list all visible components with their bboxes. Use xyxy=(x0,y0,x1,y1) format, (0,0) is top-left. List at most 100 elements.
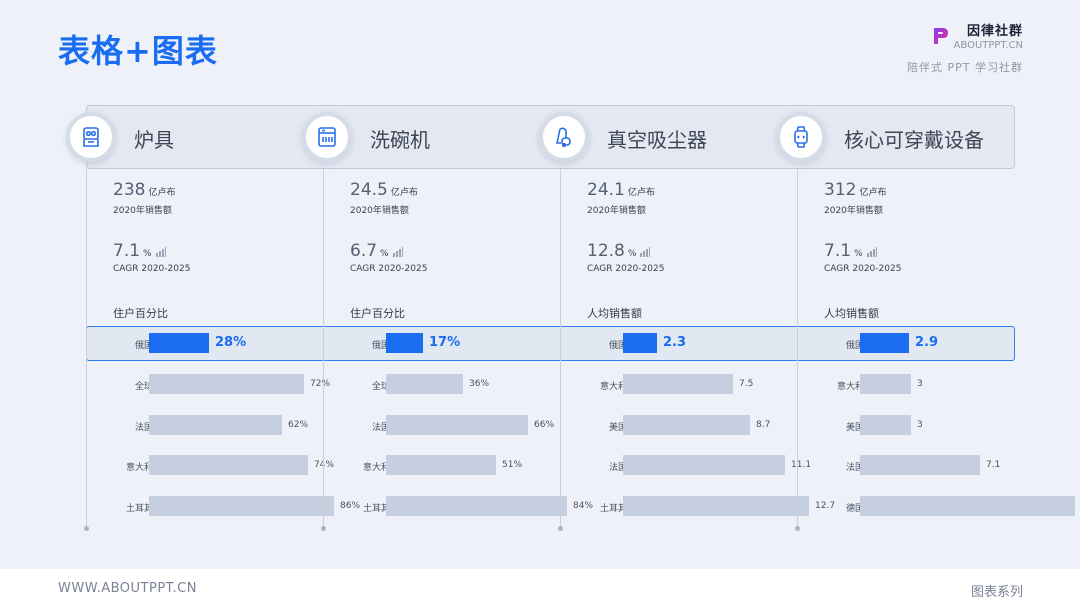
metric-title: 住户百分比 xyxy=(350,307,405,320)
bar-value-label: 3 xyxy=(917,379,923,389)
bar xyxy=(860,415,911,435)
bar xyxy=(386,333,423,353)
brand: 因律社群 ABOUTPPT.CN 陪伴式 PPT 学习社群 xyxy=(907,20,1023,75)
sales-value-row: 24.1 亿卢布 xyxy=(587,180,655,200)
sales-label: 2020年销售额 xyxy=(587,206,646,216)
bar-category-label: 全球 xyxy=(371,382,390,392)
bar-chart-icon xyxy=(640,242,651,257)
sales-value: 312 xyxy=(824,180,857,200)
category-title: 真空吸尘器 xyxy=(607,128,707,152)
bar xyxy=(860,333,909,353)
bar xyxy=(623,455,785,475)
column-divider-dot xyxy=(84,526,89,531)
brand-sub: ABOUTPPT.CN xyxy=(953,40,1023,51)
bar xyxy=(386,496,567,516)
category-title: 洗碗机 xyxy=(370,128,430,152)
footer: WWW.ABOUTPPT.CN 图表系列 xyxy=(0,569,1080,608)
cagr-stat: 12.8% CAGR 2020-2025 xyxy=(587,241,664,274)
bar-value-label: 72% xyxy=(310,379,331,389)
sales-value-row: 238 亿卢布 xyxy=(113,180,175,200)
footer-website[interactable]: WWW.ABOUTPPT.CN xyxy=(58,581,197,596)
bar-value-label: 3 xyxy=(917,420,923,430)
metric-title: 人均销售额 xyxy=(587,307,642,320)
cagr-stat: 7.1% CAGR 2020-2025 xyxy=(113,241,190,274)
cagr-value: 12.8 xyxy=(587,241,625,261)
bar-category-label: 意大利 xyxy=(125,463,153,473)
bar-value-label: 2.3 xyxy=(663,335,687,350)
column-divider-dot xyxy=(795,526,800,531)
column-divider-line xyxy=(560,169,561,527)
bar-category-label: 全球 xyxy=(134,382,153,392)
bar-category-label: 德国 xyxy=(845,504,864,514)
cagr-value-row: 7.1% xyxy=(113,241,190,261)
sales-value: 24.1 xyxy=(587,180,625,200)
page-title: 表格+图表 xyxy=(58,32,218,70)
bar-category-label: 土耳其 xyxy=(125,504,153,514)
bar-category-label: 俄国 xyxy=(371,341,390,351)
cagr-label: CAGR 2020-2025 xyxy=(587,264,665,274)
bar xyxy=(149,496,334,516)
bar-value-label: 51% xyxy=(502,460,523,470)
bar-chart-icon xyxy=(392,242,403,257)
bar-category-label: 美国 xyxy=(845,423,864,433)
cagr-unit: % xyxy=(854,249,863,259)
cagr-unit: % xyxy=(143,249,152,259)
dishwasher-icon xyxy=(302,112,352,162)
bar-category-label: 法国 xyxy=(371,423,390,433)
cagr-unit: % xyxy=(380,249,389,259)
bar xyxy=(149,455,308,475)
column-divider-dot xyxy=(558,526,563,531)
cagr-value: 7.1 xyxy=(113,241,141,261)
bar-category-label: 法国 xyxy=(134,423,153,433)
sales-unit: 亿卢布 xyxy=(148,188,176,198)
sales-label: 2020年销售额 xyxy=(113,206,172,216)
bar xyxy=(386,374,463,394)
brand-name: 因律社群 xyxy=(966,24,1023,39)
bar xyxy=(623,496,809,516)
bar-category-label: 法国 xyxy=(608,463,627,473)
bar xyxy=(860,455,980,475)
bar-category-label: 意大利 xyxy=(599,382,627,392)
bar-category-label: 美国 xyxy=(608,423,627,433)
brand-slogan: 陪伴式 PPT 学习社群 xyxy=(907,61,1023,74)
sales-value-row: 312 亿卢布 xyxy=(824,180,886,200)
cagr-value-row: 6.7% xyxy=(350,241,427,261)
bar-chart-icon xyxy=(155,242,166,257)
bar-value-label: 36% xyxy=(469,379,490,389)
bar-category-label: 土耳其 xyxy=(599,504,627,514)
bar-category-label: 意大利 xyxy=(836,382,864,392)
sales-unit: 亿卢布 xyxy=(627,188,655,198)
bar-category-label: 土耳其 xyxy=(362,504,390,514)
bar xyxy=(386,455,496,475)
bar xyxy=(623,374,733,394)
bar-chart-icon xyxy=(866,242,877,257)
cagr-value-row: 7.1% xyxy=(824,241,901,261)
bar-category-label: 俄国 xyxy=(608,341,627,351)
smartwatch-icon xyxy=(776,112,826,162)
category-title: 核心可穿戴设备 xyxy=(844,128,984,152)
sales-label: 2020年销售额 xyxy=(824,206,883,216)
cagr-unit: % xyxy=(627,249,637,259)
bar xyxy=(623,333,657,353)
sales-value-row: 24.5 亿卢布 xyxy=(350,180,418,200)
bar-category-label: 俄国 xyxy=(845,341,864,351)
sales-stat: 312 亿卢布 2020年销售额 xyxy=(824,180,886,216)
bar-value-label: 17% xyxy=(429,335,461,350)
bar-value-label: 2.9 xyxy=(915,335,939,350)
bar xyxy=(149,415,282,435)
column-divider-dot xyxy=(321,526,326,531)
bar xyxy=(149,333,209,353)
cagr-label: CAGR 2020-2025 xyxy=(824,264,902,274)
cagr-value: 6.7 xyxy=(350,241,378,261)
vacuum-icon xyxy=(539,112,589,162)
metric-title: 人均销售额 xyxy=(824,307,879,320)
bar-value-label: 7.5 xyxy=(739,379,754,389)
bar-category-label: 俄国 xyxy=(134,341,153,351)
sales-label: 2020年销售额 xyxy=(350,206,409,216)
bar-category-label: 法国 xyxy=(845,463,864,473)
sales-value: 238 xyxy=(113,180,146,200)
stove-icon xyxy=(66,112,116,162)
cagr-stat: 6.7% CAGR 2020-2025 xyxy=(350,241,427,274)
bar-value-label: 66% xyxy=(534,420,555,430)
sales-stat: 238 亿卢布 2020年销售额 xyxy=(113,180,175,216)
